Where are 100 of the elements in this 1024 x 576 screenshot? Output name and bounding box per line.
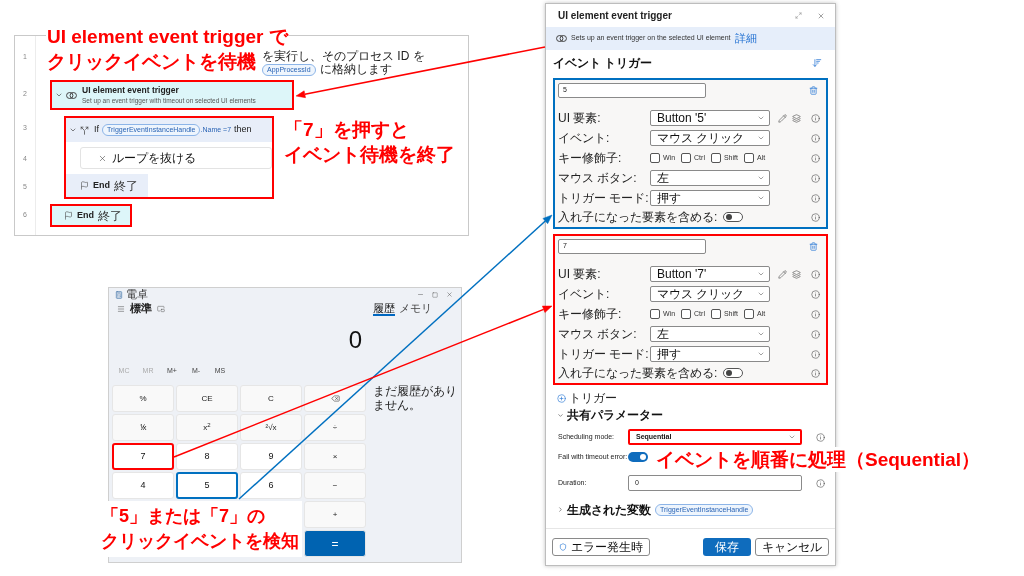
info-icon[interactable]	[811, 349, 820, 359]
dropdown[interactable]: 押す	[650, 190, 770, 206]
maximize-icon[interactable]	[432, 291, 438, 298]
calculator-key[interactable]: 7	[112, 443, 174, 470]
pencil-icon[interactable]	[778, 113, 787, 123]
field-label: マウス ボタン:	[558, 171, 638, 185]
calculator-key[interactable]	[304, 385, 366, 412]
calculator-key[interactable]: −	[304, 472, 366, 499]
calculator-key[interactable]: %	[112, 385, 174, 412]
field-label: キー修飾子:	[558, 307, 623, 321]
info-icon[interactable]	[811, 309, 820, 319]
callout-text: イベント待機を終了	[283, 142, 456, 167]
chevron-down-icon	[757, 290, 765, 298]
close-icon[interactable]	[817, 11, 825, 20]
info-icon[interactable]	[811, 368, 820, 378]
info-icon[interactable]	[811, 269, 820, 279]
info-icon[interactable]	[816, 478, 825, 488]
menu-icon[interactable]	[117, 304, 125, 313]
info-icon[interactable]	[811, 173, 820, 183]
add-icon	[557, 393, 566, 403]
checkbox[interactable]	[743, 153, 754, 163]
sort-icon[interactable]	[812, 57, 822, 68]
chevron-down-icon	[757, 194, 765, 202]
dropdown[interactable]: 押す	[650, 346, 770, 362]
linked-rings-icon	[556, 35, 567, 42]
step-title: UI element event trigger	[82, 85, 180, 96]
calculator-key[interactable]: 5	[176, 472, 238, 499]
checkbox[interactable]	[681, 309, 692, 319]
calculator-key[interactable]: 8	[176, 443, 238, 470]
flag-icon	[80, 181, 89, 190]
callout-text: クリックイベントを検知	[100, 530, 300, 553]
minimize-icon[interactable]	[417, 291, 424, 298]
calculator-key[interactable]: +	[304, 501, 366, 528]
info-icon[interactable]	[811, 329, 820, 339]
callout-text: 「5」または「7」の	[100, 505, 267, 528]
section-toggle[interactable]: 共有パラメーター	[553, 408, 663, 422]
checkbox[interactable]	[681, 153, 692, 163]
checkbox[interactable]	[710, 153, 721, 163]
chevron-down-icon[interactable]	[69, 126, 77, 134]
pencil-icon[interactable]	[778, 269, 787, 279]
info-icon[interactable]	[811, 212, 820, 222]
toggle-switch[interactable]	[723, 212, 744, 222]
field-label: 入れ子になった要素を含める:	[558, 210, 718, 224]
dropdown[interactable]: マウス クリック	[650, 286, 770, 302]
toggle-switch[interactable]	[628, 452, 648, 462]
calculator-key[interactable]: ²√x	[240, 414, 302, 441]
layers-icon[interactable]	[792, 113, 801, 123]
keyword: End	[93, 178, 110, 192]
error-handling-button[interactable]: エラー発生時	[552, 538, 650, 556]
dropdown[interactable]: Button '7'	[650, 266, 770, 282]
exit-loop-step[interactable]: ループを抜ける	[80, 147, 272, 169]
checkbox[interactable]	[650, 309, 660, 319]
info-icon[interactable]	[811, 193, 820, 203]
chevron-right-icon[interactable]	[557, 506, 564, 513]
delete-icon[interactable]	[809, 242, 818, 251]
keyword: then	[234, 123, 252, 137]
save-button[interactable]: 保存	[703, 538, 751, 556]
dropdown[interactable]: マウス クリック	[650, 130, 770, 146]
info-icon[interactable]	[811, 289, 820, 299]
delete-icon[interactable]	[809, 86, 818, 95]
info-icon[interactable]	[816, 432, 825, 442]
info-icon[interactable]	[811, 153, 820, 163]
add-trigger-button[interactable]: トリガー	[553, 391, 617, 405]
history-tab[interactable]: メモリ	[399, 301, 432, 316]
calculator-key[interactable]: ÷	[304, 414, 366, 441]
dropdown[interactable]: 左	[650, 326, 770, 342]
section-toggle[interactable]: 生成された変数	[557, 502, 651, 517]
step-description: を実行し、そのプロセス ID を	[262, 50, 425, 63]
checkbox[interactable]	[650, 153, 660, 163]
chevron-down-icon[interactable]	[557, 411, 564, 419]
calculator-key[interactable]: x$^{2}$	[176, 414, 238, 441]
layers-icon[interactable]	[792, 269, 801, 279]
keep-on-top-icon[interactable]	[157, 304, 165, 313]
info-icon[interactable]	[811, 113, 820, 123]
linked-rings-icon	[66, 91, 77, 99]
calculator-key[interactable]: 9	[240, 443, 302, 470]
calculator-key[interactable]: C	[240, 385, 302, 412]
dropdown[interactable]: Button '5'	[650, 110, 770, 126]
chevron-down-icon	[757, 134, 765, 142]
expand-icon[interactable]	[795, 12, 802, 19]
end-step[interactable]: End 終了	[66, 174, 148, 197]
checkbox[interactable]	[710, 309, 721, 319]
equals-key[interactable]: =	[304, 530, 366, 557]
calculator-key[interactable]: 4	[112, 472, 174, 499]
cancel-button[interactable]: キャンセル	[755, 538, 829, 556]
details-link[interactable]: 詳細	[734, 32, 757, 45]
chevron-down-icon[interactable]	[55, 91, 63, 99]
history-tab[interactable]: 履歴	[373, 301, 395, 316]
calculator-key[interactable]: ×	[304, 443, 366, 470]
field-label: マウス ボタン:	[558, 327, 638, 341]
calculator-key[interactable]: 6	[240, 472, 302, 499]
end-step[interactable]: End 終了	[50, 204, 132, 227]
dropdown[interactable]: 左	[650, 170, 770, 186]
checkbox[interactable]	[743, 309, 754, 319]
info-icon[interactable]	[811, 133, 820, 143]
toggle-switch[interactable]	[723, 368, 744, 378]
calculator-key[interactable]: CE	[176, 385, 238, 412]
shield-icon	[559, 543, 567, 551]
close-icon[interactable]	[446, 291, 453, 298]
calculator-key[interactable]: ⅟x	[112, 414, 174, 441]
